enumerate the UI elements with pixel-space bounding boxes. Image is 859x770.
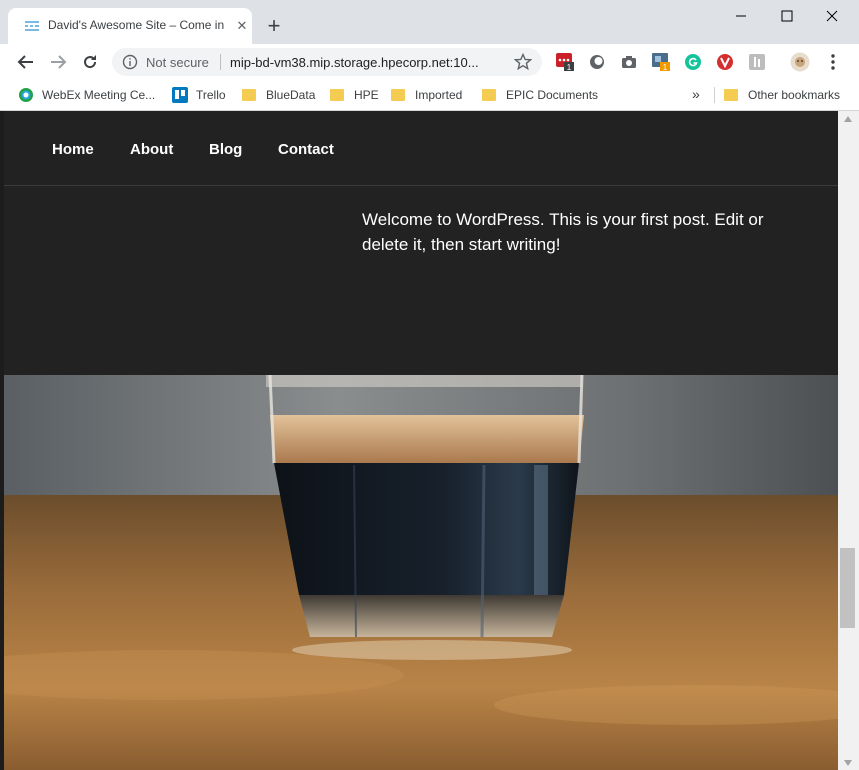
trello-icon xyxy=(172,87,188,103)
post-excerpt[interactable]: Welcome to WordPress. This is your first… xyxy=(362,207,782,257)
scrollbar-thumb[interactable] xyxy=(840,548,855,628)
site-navigation: Home About Blog Contact xyxy=(4,111,838,186)
reload-icon[interactable] xyxy=(80,52,100,72)
bookmark-label: BlueData xyxy=(266,88,316,102)
bookmark-label: HPE xyxy=(354,88,379,102)
grammarly-icon[interactable] xyxy=(684,53,702,71)
scroll-down-icon[interactable] xyxy=(843,759,853,767)
svg-text:1: 1 xyxy=(567,63,572,71)
bookmark-hpe[interactable]: HPE xyxy=(330,87,380,103)
forward-arrow-icon[interactable] xyxy=(48,52,68,72)
close-window-icon[interactable] xyxy=(817,6,847,26)
browser-window: David's Awesome Site – Come in ✕ + Not s… xyxy=(0,0,859,770)
tab-manager-icon[interactable]: 1 xyxy=(652,53,670,71)
camera-icon[interactable] xyxy=(620,53,638,71)
bookmark-star-icon[interactable] xyxy=(514,53,532,71)
new-tab-button[interactable]: + xyxy=(264,15,284,37)
bookmark-label: EPIC Documents xyxy=(506,88,599,102)
bookmarks-overflow-button[interactable]: » xyxy=(692,86,700,102)
puzzle-extension-icon[interactable] xyxy=(748,53,766,71)
folder-icon xyxy=(482,89,496,101)
security-label[interactable]: Not secure xyxy=(146,55,209,70)
page-viewport: Home About Blog Contact Welcome to WordP… xyxy=(4,111,838,770)
bookmark-epic-documents[interactable]: EPIC Documents xyxy=(482,87,602,103)
omnibox-divider xyxy=(220,54,221,70)
red-v-extension-icon[interactable] xyxy=(716,53,734,71)
tab-close-icon[interactable]: ✕ xyxy=(234,18,250,34)
folder-icon xyxy=(391,89,405,101)
nav-contact[interactable]: Contact xyxy=(278,141,334,158)
bookmark-trello[interactable]: Trello xyxy=(172,87,232,103)
webex-icon xyxy=(19,88,33,102)
address-bar[interactable]: Not secure mip-bd-vm38.mip.storage.hpeco… xyxy=(112,48,542,76)
bookmark-webex[interactable]: WebEx Meeting Ce... xyxy=(18,87,158,103)
site-favicon-icon xyxy=(24,19,40,33)
back-arrow-icon[interactable] xyxy=(16,52,36,72)
bookmark-label: Trello xyxy=(196,88,226,102)
circle-extension-icon[interactable] xyxy=(588,53,606,71)
bookmark-bluedata[interactable]: BlueData xyxy=(242,87,322,103)
bookmark-label: Imported xyxy=(415,88,463,102)
bookmark-imported[interactable]: Imported xyxy=(391,87,471,103)
folder-icon xyxy=(724,89,738,101)
scroll-up-icon[interactable] xyxy=(843,115,853,123)
bookmark-label: Other bookmarks xyxy=(748,88,841,102)
profile-avatar-icon[interactable] xyxy=(790,52,810,72)
tab-strip: David's Awesome Site – Come in ✕ + xyxy=(0,0,859,44)
nav-home[interactable]: Home xyxy=(52,141,94,158)
lastpass-icon[interactable]: 1 xyxy=(556,53,574,71)
bookmarks-bar: WebEx Meeting Ce... Trello BlueData HPE … xyxy=(0,80,859,111)
tab-active[interactable]: David's Awesome Site – Come in ✕ xyxy=(8,8,252,44)
browser-menu-icon[interactable] xyxy=(826,52,840,72)
bookmark-other[interactable]: Other bookmarks xyxy=(724,87,844,103)
tab-title: David's Awesome Site – Come in xyxy=(48,18,225,32)
bookmarks-divider xyxy=(714,87,715,103)
nav-blog[interactable]: Blog xyxy=(209,141,242,158)
page-scrollbar[interactable] xyxy=(838,111,859,770)
hero-image-coffee-glass xyxy=(4,375,838,770)
folder-icon xyxy=(330,89,344,101)
info-icon[interactable] xyxy=(122,54,138,70)
url-text[interactable]: mip-bd-vm38.mip.storage.hpecorp.net:10..… xyxy=(230,55,500,70)
bookmark-label: WebEx Meeting Ce... xyxy=(42,88,156,102)
svg-text:1: 1 xyxy=(663,63,668,71)
minimize-icon[interactable] xyxy=(726,6,756,26)
nav-about[interactable]: About xyxy=(130,141,173,158)
maximize-icon[interactable] xyxy=(772,6,802,26)
folder-icon xyxy=(242,89,256,101)
